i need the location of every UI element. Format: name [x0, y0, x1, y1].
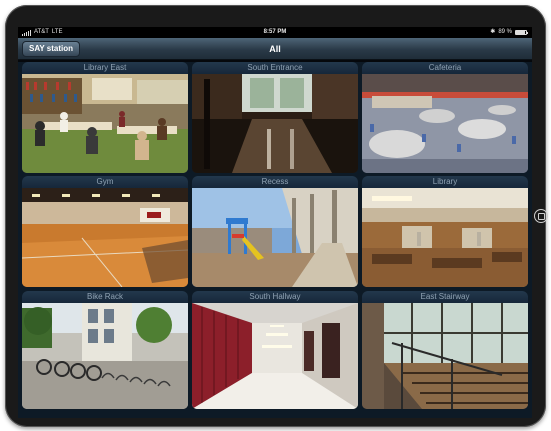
camera-tile-gym[interactable]: Gym	[22, 176, 188, 287]
camera-grid: Library East South Entrance Cafeteria Gy…	[18, 62, 532, 418]
status-right: ✱ 89 %	[490, 27, 528, 38]
camera-tile-recess[interactable]: Recess	[192, 176, 358, 287]
navigation-bar: SAY station All	[18, 38, 532, 60]
camera-feed-image	[22, 74, 188, 173]
camera-label: Recess	[192, 176, 358, 188]
camera-feed-image	[362, 74, 528, 173]
camera-label: Library	[362, 176, 528, 188]
camera-label: South Entrance	[192, 62, 358, 74]
status-time: 8:57 PM	[263, 29, 287, 35]
camera-feed-image	[192, 188, 358, 287]
bluetooth-icon: ✱	[490, 29, 496, 35]
camera-feed-image	[22, 188, 188, 287]
camera-tile-cafeteria[interactable]: Cafeteria	[362, 62, 528, 173]
camera-tile-library-east[interactable]: Library East	[22, 62, 188, 173]
battery-icon	[515, 30, 528, 35]
camera-tile-south-entrance[interactable]: South Entrance	[192, 62, 358, 173]
camera-label: South Hallway	[192, 291, 358, 303]
camera-label: Gym	[22, 176, 188, 188]
home-button-icon[interactable]	[534, 209, 548, 223]
camera-feed-image	[192, 303, 358, 409]
battery-percent: 89 %	[498, 29, 512, 35]
camera-label: East Stairway	[362, 291, 528, 303]
camera-feed-image	[22, 303, 188, 409]
camera-label: Bike Rack	[22, 291, 188, 303]
camera-tile-south-hallway[interactable]: South Hallway	[192, 291, 358, 409]
camera-feed-image	[362, 303, 528, 409]
camera-feed-image	[192, 74, 358, 173]
camera-tile-bike-rack[interactable]: Bike Rack	[22, 291, 188, 409]
camera-tile-east-stairway[interactable]: East Stairway	[362, 291, 528, 409]
page-title: All	[269, 44, 281, 54]
screen: AT&T LTE 8:57 PM ✱ 89 % SAY station All …	[18, 27, 532, 418]
camera-label: Cafeteria	[362, 62, 528, 74]
camera-label: Library East	[22, 62, 188, 74]
camera-feed-image	[362, 188, 528, 287]
camera-tile-library[interactable]: Library	[362, 176, 528, 287]
status-bar: AT&T LTE 8:57 PM ✱ 89 %	[18, 27, 532, 38]
